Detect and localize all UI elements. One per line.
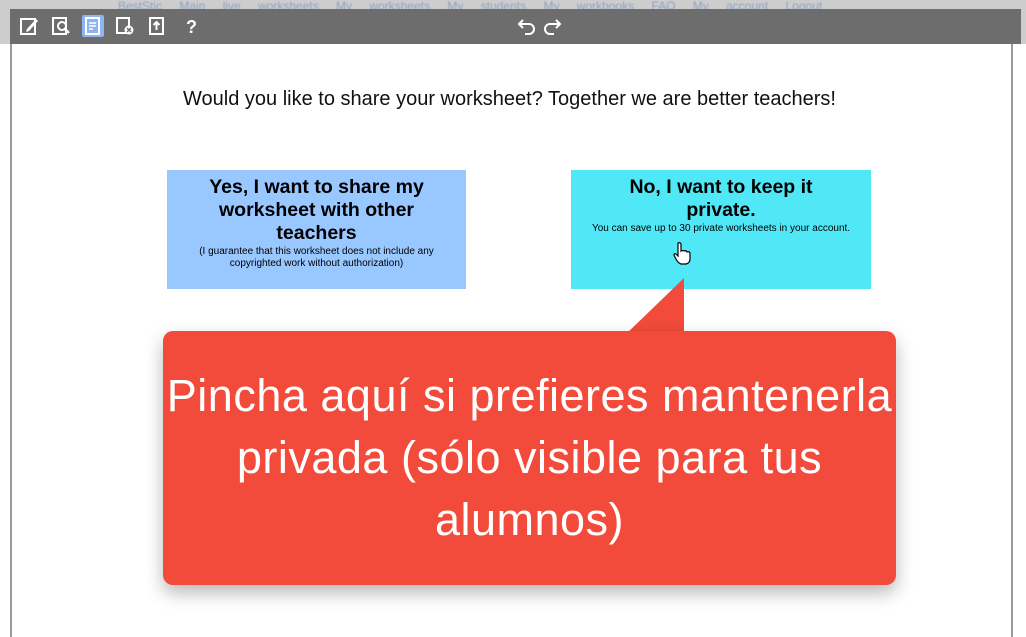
hand-cursor-icon bbox=[672, 241, 692, 265]
private-option-title: No, I want to keep it private. bbox=[629, 176, 813, 221]
callout-text: Pincha aquí si prefieres mantenerla priv… bbox=[166, 370, 893, 545]
save-icon[interactable] bbox=[82, 15, 104, 37]
share-worksheet-button[interactable]: Yes, I want to share my worksheet with o… bbox=[167, 170, 466, 289]
export-icon[interactable] bbox=[146, 15, 168, 37]
undo-icon[interactable] bbox=[515, 14, 539, 38]
share-prompt: Would you like to share your worksheet? … bbox=[183, 88, 836, 110]
share-option-note: (I guarantee that this worksheet does no… bbox=[199, 246, 434, 269]
delete-icon[interactable] bbox=[114, 15, 136, 37]
redo-icon[interactable] bbox=[540, 14, 564, 38]
preview-icon[interactable] bbox=[50, 15, 72, 37]
edit-icon[interactable] bbox=[18, 15, 40, 37]
editor-toolbar: ? bbox=[10, 9, 1021, 44]
private-option-note: You can save up to 30 private worksheets… bbox=[591, 223, 851, 234]
share-option-title: Yes, I want to share my worksheet with o… bbox=[209, 176, 424, 244]
help-icon[interactable]: ? bbox=[186, 17, 197, 37]
tutorial-callout: Pincha aquí si prefieres mantenerla priv… bbox=[163, 331, 896, 585]
callout-pointer bbox=[624, 278, 684, 336]
